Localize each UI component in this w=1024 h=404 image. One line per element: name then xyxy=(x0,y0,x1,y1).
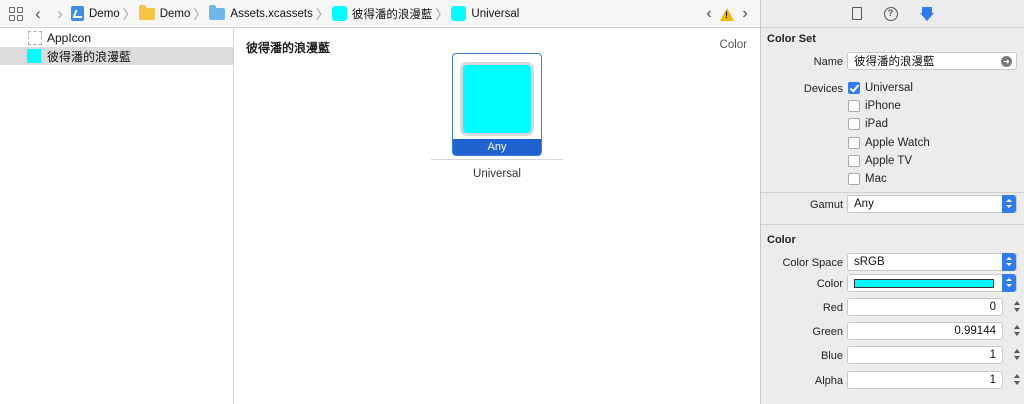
color-well-swatch[interactable] xyxy=(854,279,994,288)
color-well-popup[interactable] xyxy=(847,274,1017,292)
color-space-value: sRGB xyxy=(854,256,885,268)
breadcrumb-item-colorset[interactable]: 彼得潘的浪漫藍 xyxy=(352,6,433,22)
color-swatch-icon xyxy=(27,49,41,63)
device-checkbox-iphone[interactable]: iPhone xyxy=(848,100,901,112)
checkbox-checked-icon[interactable] xyxy=(848,82,860,94)
color-space-label: Color Space xyxy=(782,257,843,269)
green-field[interactable]: 0.99144 xyxy=(847,322,1003,340)
breadcrumb-separator-icon: 〉 xyxy=(435,7,449,22)
breadcrumb-item-slot[interactable]: Universal xyxy=(471,8,519,20)
alpha-label: Alpha xyxy=(814,375,843,387)
asset-item-label: AppIcon xyxy=(47,31,92,45)
green-stepper-icon[interactable] xyxy=(1013,322,1022,340)
breadcrumb-item-project[interactable]: Demo xyxy=(89,8,120,20)
red-field[interactable]: 0 xyxy=(847,298,1003,316)
popup-chevrons-icon[interactable] xyxy=(1002,274,1016,292)
alpha-value: 1 xyxy=(989,374,996,386)
blue-stepper-icon[interactable] xyxy=(1013,346,1022,364)
breadcrumb-separator-icon: 〉 xyxy=(315,7,329,22)
color-slot-swatch xyxy=(460,62,534,136)
breadcrumb-separator-icon: 〉 xyxy=(193,7,207,22)
name-field-value: 彼得潘的浪漫藍 xyxy=(854,56,935,68)
warning-icon[interactable] xyxy=(720,7,734,21)
name-field[interactable]: 彼得潘的浪漫藍 ➜ xyxy=(847,52,1017,70)
checkbox-icon[interactable] xyxy=(848,173,860,185)
device-label: iPad xyxy=(865,118,889,130)
asset-type-label: Color xyxy=(719,39,747,51)
name-label: Name xyxy=(813,56,843,68)
device-checkbox-apple-watch[interactable]: Apple Watch xyxy=(848,137,930,149)
slot-divider xyxy=(431,159,563,160)
project-file-icon xyxy=(71,6,84,21)
green-value: 0.99144 xyxy=(954,325,996,337)
issue-navigator: ‹ › xyxy=(702,0,752,28)
red-label: Red xyxy=(822,302,843,314)
canvas-title: 彼得潘的浪漫藍 xyxy=(246,41,331,55)
breadcrumb-separator-icon: 〉 xyxy=(122,7,136,22)
next-issue-chevron-icon[interactable]: › xyxy=(738,5,752,23)
popup-chevrons-icon[interactable] xyxy=(1002,253,1016,271)
device-checkbox-apple-tv[interactable]: Apple TV xyxy=(848,155,912,167)
breadcrumb-item-catalog[interactable]: Assets.xcassets xyxy=(230,8,312,20)
blue-label: Blue xyxy=(820,350,843,362)
inspector-tabs: ? xyxy=(761,0,1024,28)
color-slot-any[interactable]: Any xyxy=(452,53,542,156)
gamut-value: Any xyxy=(854,198,874,210)
device-label: iPhone xyxy=(865,100,901,112)
popup-chevrons-icon[interactable] xyxy=(1002,195,1016,213)
section-divider xyxy=(761,192,1024,193)
green-label: Green xyxy=(812,326,843,338)
blue-value: 1 xyxy=(989,349,996,361)
breadcrumb: Demo 〉 Demo 〉 Assets.xcassets 〉 彼得潘的浪漫藍 … xyxy=(71,4,519,23)
checkbox-icon[interactable] xyxy=(848,118,860,130)
previous-issue-chevron-icon[interactable]: ‹ xyxy=(702,5,716,23)
asset-list: AppIcon 彼得潘的浪漫藍 xyxy=(0,28,234,404)
device-label: Universal xyxy=(865,82,913,94)
file-inspector-icon[interactable] xyxy=(851,7,862,20)
color-slot-icon xyxy=(451,6,467,21)
back-chevron-icon[interactable]: ‹ xyxy=(27,0,49,28)
attributes-inspector-icon[interactable] xyxy=(919,6,934,21)
asset-item-colorset[interactable]: 彼得潘的浪漫藍 xyxy=(0,47,233,65)
related-items-icon[interactable] xyxy=(9,6,23,21)
attributes-inspector: ? Color Set Name 彼得潘的浪漫藍 ➜ Devices Unive… xyxy=(760,0,1024,404)
color-set-icon xyxy=(331,6,347,21)
section-divider xyxy=(761,224,1024,225)
folder-icon xyxy=(138,4,155,20)
jump-bar: ‹ › Demo 〉 Demo 〉 Assets.xcassets 〉 彼得潘的… xyxy=(0,0,760,28)
forward-chevron-icon[interactable]: › xyxy=(49,0,71,28)
red-value: 0 xyxy=(989,301,996,313)
asset-item-label: 彼得潘的浪漫藍 xyxy=(47,49,132,64)
devices-label: Devices xyxy=(803,83,843,95)
breadcrumb-item-group[interactable]: Demo xyxy=(160,8,191,20)
asset-canvas: 彼得潘的浪漫藍 Color Any Universal xyxy=(234,28,760,404)
device-label: Apple TV xyxy=(865,155,913,167)
device-label: Apple Watch xyxy=(865,137,930,149)
alpha-stepper-icon[interactable] xyxy=(1013,371,1022,389)
color-heading: Color xyxy=(767,234,796,246)
checkbox-icon[interactable] xyxy=(848,137,860,149)
blue-field[interactable]: 1 xyxy=(847,346,1003,364)
device-checkbox-ipad[interactable]: iPad xyxy=(848,118,888,130)
device-label: Mac xyxy=(865,173,887,185)
checkbox-icon[interactable] xyxy=(848,155,860,167)
red-stepper-icon[interactable] xyxy=(1013,298,1022,316)
asset-item-appicon[interactable]: AppIcon xyxy=(0,29,233,47)
app-icon-placeholder-icon xyxy=(28,31,42,45)
alpha-field[interactable]: 1 xyxy=(847,371,1003,389)
asset-catalog-icon xyxy=(209,4,226,20)
go-arrow-icon[interactable]: ➜ xyxy=(1001,56,1012,67)
color-label: Color xyxy=(816,278,843,290)
slot-caption: Universal xyxy=(473,168,521,180)
device-checkbox-mac[interactable]: Mac xyxy=(848,173,887,185)
color-space-popup[interactable]: sRGB xyxy=(847,253,1017,271)
help-icon[interactable]: ? xyxy=(883,6,898,21)
gamut-popup[interactable]: Any xyxy=(847,195,1017,213)
color-slot-label: Any xyxy=(453,139,541,155)
gamut-label: Gamut xyxy=(809,199,843,211)
color-set-heading: Color Set xyxy=(767,33,816,45)
device-checkbox-universal[interactable]: Universal xyxy=(848,82,913,94)
checkbox-icon[interactable] xyxy=(848,100,860,112)
